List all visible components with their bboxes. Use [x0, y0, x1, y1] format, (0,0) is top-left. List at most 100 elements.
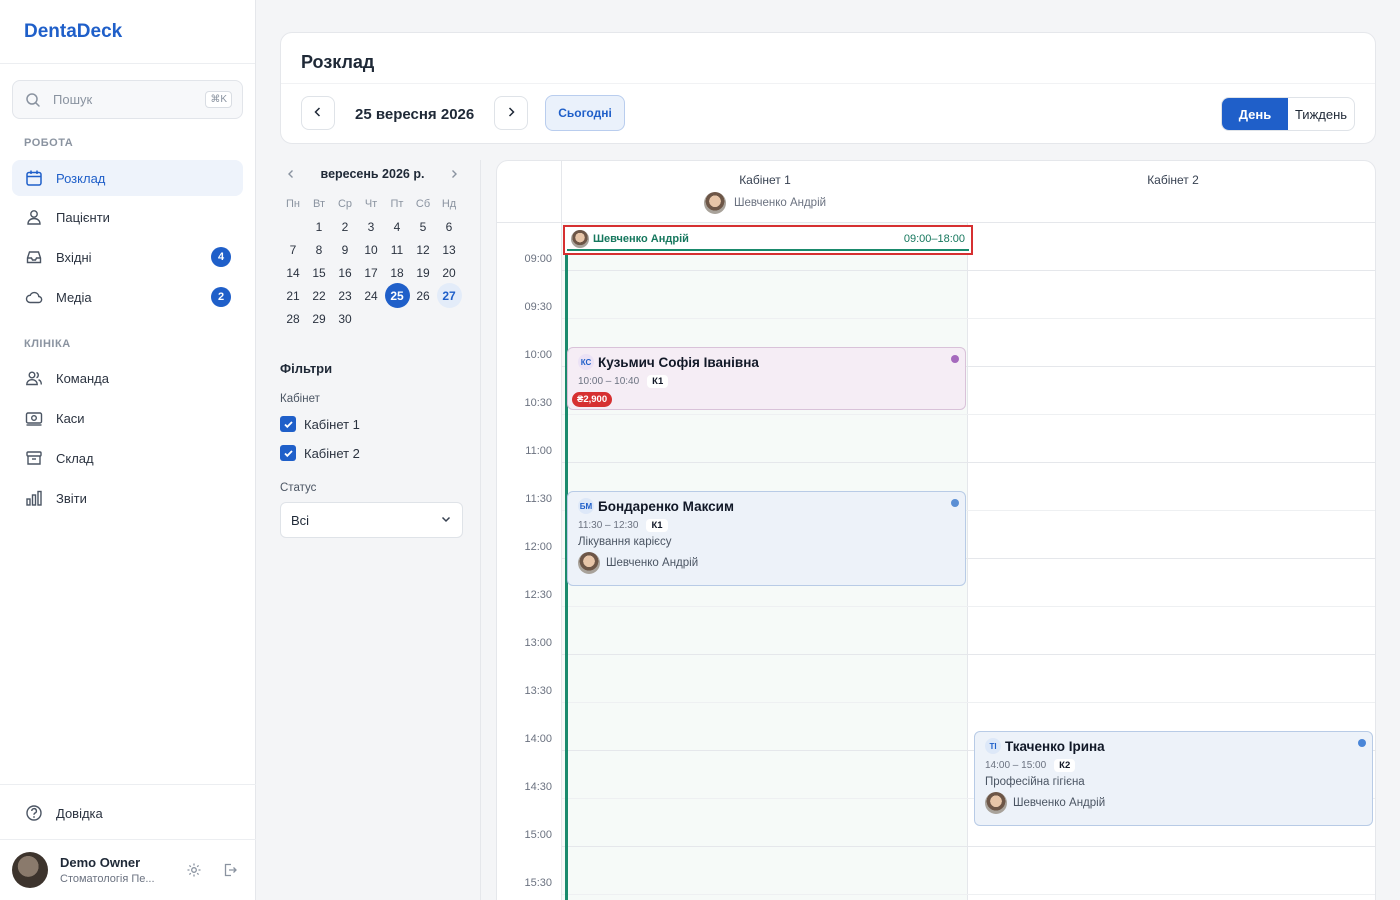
- shift-time: 09:00–18:00: [903, 233, 965, 245]
- filter-cabinet-1[interactable]: Кабінет 1: [280, 416, 360, 432]
- filter-status-label: Статус: [280, 482, 317, 494]
- sidebar-item-warehouse[interactable]: Склад: [12, 440, 243, 476]
- cloud-icon: [24, 287, 44, 307]
- next-day-button[interactable]: [494, 96, 528, 130]
- mini-calendar-blank: [280, 215, 306, 238]
- status-select-value: Всі: [291, 512, 310, 528]
- patient-initials: ТІ: [985, 738, 1001, 754]
- doctor-shift-block[interactable]: Шевченко Андрій 09:00–18:00: [563, 225, 973, 255]
- section-label-clinic: КЛІНІКА: [24, 338, 71, 350]
- sidebar-item-help[interactable]: Довідка: [12, 795, 243, 831]
- status-select[interactable]: Всі: [280, 502, 463, 538]
- checkbox-checked-icon[interactable]: [280, 416, 296, 432]
- mini-calendar-day[interactable]: 28: [280, 307, 306, 330]
- mini-calendar-day[interactable]: 16: [332, 261, 358, 284]
- mini-calendar-day[interactable]: 24: [358, 284, 384, 307]
- mini-calendar-day[interactable]: 8: [306, 238, 332, 261]
- mini-calendar-day[interactable]: 22: [306, 284, 332, 307]
- sidebar-item-label: Вхідні: [56, 249, 92, 265]
- checkbox-checked-icon[interactable]: [280, 445, 296, 461]
- sidebar-item-label: Команда: [56, 370, 109, 386]
- help-icon: [24, 803, 44, 823]
- mini-calendar-day[interactable]: 3: [358, 215, 384, 238]
- mini-prev-icon[interactable]: [286, 167, 296, 182]
- mini-calendar-days: 1 2 3 4 5 6 7 8 9 10 11 12 13 14 15 16 17 18 19 20 21 22 23 24 2…: [280, 215, 465, 330]
- mini-calendar-day[interactable]: 10: [358, 238, 384, 261]
- mini-calendar-day[interactable]: 4: [384, 215, 410, 238]
- today-button[interactable]: Сьогодні: [545, 95, 625, 131]
- patient-name: Бондаренко Максим: [598, 498, 734, 514]
- mini-calendar-day[interactable]: 23: [332, 284, 358, 307]
- appointment-card[interactable]: БМ Бондаренко Максим 11:30 – 12:30 К1 Лі…: [567, 491, 966, 586]
- calendar-icon: [24, 168, 44, 188]
- mini-calendar-day[interactable]: 12: [410, 238, 436, 261]
- mini-calendar-day[interactable]: 2: [332, 215, 358, 238]
- grid-line: [562, 702, 1375, 703]
- mini-calendar-weekdays: Пн Вт Ср Чт Пт Сб Нд: [280, 198, 465, 210]
- filter-cabinet-2[interactable]: Кабінет 2: [280, 445, 360, 461]
- search-icon: [23, 90, 43, 110]
- mini-calendar-day[interactable]: 7: [280, 238, 306, 261]
- avatar[interactable]: [12, 852, 48, 888]
- sidebar-item-team[interactable]: Команда: [12, 360, 243, 396]
- header-divider: [281, 83, 1375, 84]
- mini-calendar-day[interactable]: 29: [306, 307, 332, 330]
- sidebar-item-patients[interactable]: Пацієнти: [12, 199, 243, 235]
- sidebar-item-label: Пацієнти: [56, 209, 110, 225]
- prev-day-button[interactable]: [301, 96, 335, 130]
- mini-calendar-day[interactable]: 9: [332, 238, 358, 261]
- settings-gear-icon[interactable]: [184, 860, 204, 880]
- mini-next-icon[interactable]: [449, 167, 459, 182]
- time-label: 13:00: [524, 637, 552, 649]
- mini-calendar-day[interactable]: 14: [280, 261, 306, 284]
- shift-doctor: Шевченко Андрій: [593, 233, 689, 245]
- sidebar-item-cashbox[interactable]: Каси: [12, 400, 243, 436]
- warehouse-icon: [24, 448, 44, 468]
- appointment-card[interactable]: КС Кузьмич Софія Іванівна 10:00 – 10:40 …: [567, 347, 966, 410]
- chevron-right-icon: [505, 106, 517, 121]
- schedule-header: Розклад 25 вересня 2026 Сьогодні День Ти…: [280, 32, 1376, 144]
- appointment-card[interactable]: ТІ Ткаченко Ірина 14:00 – 15:00 К2 Профе…: [974, 731, 1373, 826]
- current-date: 25 вересня 2026: [355, 106, 475, 123]
- column-header-cabinet-1: Кабінет 1 Шевченко Андрій: [562, 161, 968, 223]
- doctor-avatar: [578, 552, 600, 574]
- filter-cabinet-label: Кабінет 2: [304, 445, 360, 461]
- mini-calendar-day[interactable]: 21: [280, 284, 306, 307]
- mini-calendar-day[interactable]: 17: [358, 261, 384, 284]
- mini-calendar-day[interactable]: 30: [332, 307, 358, 330]
- mini-calendar-day[interactable]: 25: [384, 283, 410, 308]
- mini-calendar-day[interactable]: 11: [384, 238, 410, 261]
- time-label: 13:30: [524, 685, 552, 697]
- mini-calendar-day[interactable]: 6: [436, 215, 462, 238]
- view-day-button[interactable]: День: [1222, 98, 1288, 130]
- team-icon: [24, 368, 44, 388]
- sidebar-divider: [0, 784, 256, 785]
- media-badge: 2: [211, 287, 231, 307]
- view-week-button[interactable]: Тиждень: [1288, 98, 1354, 130]
- weekday-label: Чт: [364, 198, 378, 210]
- mini-calendar-day[interactable]: 19: [410, 261, 436, 284]
- cabinet-tag: К1: [647, 375, 669, 388]
- brand-logo[interactable]: DentaDeck: [0, 0, 255, 64]
- sidebar-item-schedule[interactable]: Розклад: [12, 160, 243, 196]
- time-header-corner: [497, 161, 562, 223]
- cabinet-tag: К2: [1054, 759, 1076, 772]
- procedure-name: Професійна гігієна: [985, 776, 1085, 788]
- time-label: 12:30: [524, 589, 552, 601]
- mini-calendar-day[interactable]: 27: [436, 283, 462, 308]
- mini-calendar-day[interactable]: 5: [410, 215, 436, 238]
- sidebar-item-media[interactable]: Медіа 2: [12, 279, 243, 315]
- logout-icon[interactable]: [220, 860, 240, 880]
- mini-calendar-day[interactable]: 20: [436, 261, 462, 284]
- mini-calendar-day[interactable]: 26: [410, 284, 436, 307]
- sidebar-item-reports[interactable]: Звіти: [12, 480, 243, 516]
- mini-calendar-day[interactable]: 18: [384, 261, 410, 284]
- page-title: Розклад: [301, 52, 375, 72]
- search-input[interactable]: Пошук ⌘K: [12, 80, 243, 119]
- filter-cabinet-label: Кабінет: [280, 393, 320, 405]
- panel-divider: [480, 160, 481, 900]
- mini-calendar-day[interactable]: 15: [306, 261, 332, 284]
- mini-calendar-day[interactable]: 1: [306, 215, 332, 238]
- sidebar-item-inbox[interactable]: Вхідні 4: [12, 239, 243, 275]
- mini-calendar-day[interactable]: 13: [436, 238, 462, 261]
